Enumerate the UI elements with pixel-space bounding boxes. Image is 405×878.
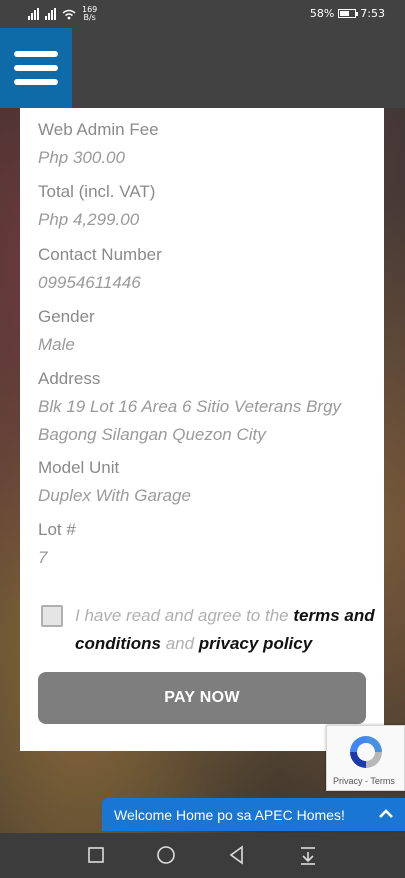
recaptcha-separator: -: [365, 776, 369, 786]
chat-label: Welcome Home po sa APEC Homes!: [114, 806, 345, 823]
recaptcha-links: Privacy - Terms: [333, 776, 395, 786]
field-value: Duplex With Garage: [38, 486, 191, 505]
signal-icon: [28, 8, 39, 20]
agree-checkbox[interactable]: [41, 605, 63, 627]
site-header: [0, 28, 405, 108]
field-value: 09954611446: [38, 273, 141, 292]
square-nav-icon[interactable]: [85, 844, 107, 866]
field-model-unit: Model Unit Duplex With Garage: [38, 458, 378, 510]
network-speed: 169 B/s: [82, 5, 98, 22]
chevron-up-icon: [379, 809, 393, 818]
recaptcha-terms-link[interactable]: Terms: [370, 776, 395, 786]
wifi-icon: [62, 9, 76, 19]
agree-row: I have read and agree to the terms and c…: [38, 598, 375, 658]
field-label: Address: [38, 369, 101, 388]
field-gender: Gender Male: [38, 307, 378, 359]
field-label: Total (incl. VAT): [38, 182, 156, 201]
agree-and: and: [165, 634, 195, 653]
field-contact-number: Contact Number 09954611446: [38, 245, 378, 297]
agree-prefix: I have read and agree to the: [75, 606, 289, 625]
chat-widget-button[interactable]: Welcome Home po sa APEC Homes!: [102, 798, 405, 831]
android-nav-bar: [0, 833, 405, 878]
agree-text: I have read and agree to the terms and c…: [75, 602, 375, 658]
recaptcha-privacy-link[interactable]: Privacy: [333, 776, 363, 786]
field-value: 7: [38, 548, 48, 567]
hamburger-menu-icon[interactable]: [0, 28, 72, 108]
field-address: Address Blk 19 Lot 16 Area 6 Sitio Veter…: [38, 369, 378, 449]
battery-icon: [338, 9, 359, 18]
field-value: Blk 19 Lot 16 Area 6 Sitio Veterans Brgy…: [38, 397, 342, 444]
field-value: Male: [38, 335, 75, 354]
recaptcha-badge[interactable]: Privacy - Terms: [326, 725, 405, 791]
clock: 7:53: [360, 7, 385, 20]
field-label: Web Admin Fee: [38, 120, 159, 139]
circle-nav-icon[interactable]: [155, 844, 177, 866]
field-value: Php 300.00: [38, 148, 125, 167]
back-triangle-icon[interactable]: [226, 844, 248, 866]
download-nav-icon[interactable]: [297, 844, 319, 866]
field-label: Contact Number: [38, 245, 162, 264]
field-label: Model Unit: [38, 458, 120, 477]
recaptcha-icon: [350, 736, 382, 768]
signal-icon: [45, 8, 56, 20]
status-bar: 169 B/s 58% 7:53: [0, 0, 405, 28]
privacy-link[interactable]: privacy policy: [199, 634, 312, 653]
field-total: Total (incl. VAT) Php 4,299.00: [38, 182, 378, 234]
field-value: Php 4,299.00: [38, 210, 140, 229]
field-web-admin-fee: Web Admin Fee Php 300.00: [38, 120, 378, 172]
pay-now-button[interactable]: PAY NOW: [38, 672, 366, 724]
field-label: Gender: [38, 307, 95, 326]
field-lot-number: Lot # 7: [38, 520, 378, 572]
summary-card: Web Admin Fee Php 300.00 Total (incl. VA…: [20, 108, 384, 751]
battery-percent: 58%: [309, 7, 335, 20]
field-label: Lot #: [38, 520, 76, 539]
